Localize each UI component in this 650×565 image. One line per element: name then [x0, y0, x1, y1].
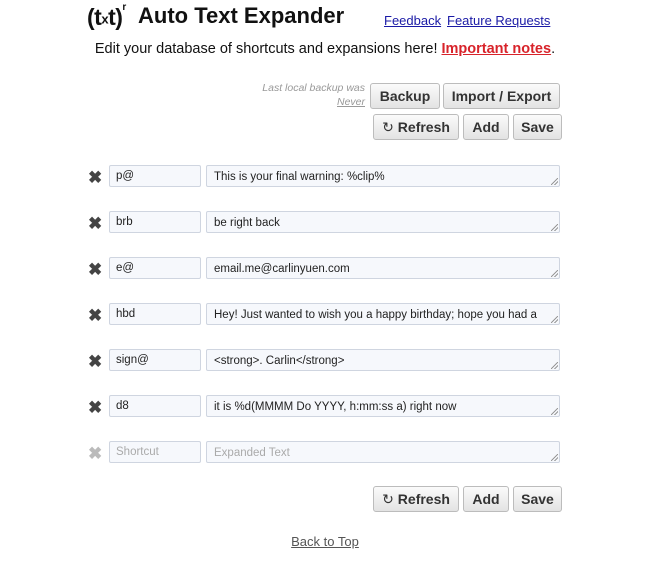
backup-status: Last local backup was Never: [262, 82, 365, 108]
delete-row-icon[interactable]: ✖: [88, 215, 102, 232]
import-export-button[interactable]: Import / Export: [443, 83, 560, 109]
refresh-icon: ↻: [382, 490, 394, 507]
expansion-text: it is %d(MMMM Do YYYY, h:mm:ss a) right …: [214, 401, 457, 413]
expansion-text: be right back: [214, 217, 280, 229]
expansion-textarea[interactable]: This is your final warning: %clip%: [206, 165, 560, 187]
resize-grip-icon[interactable]: [551, 454, 558, 461]
new-expansion-textarea[interactable]: Expanded Text: [206, 441, 560, 463]
add-button-bottom[interactable]: Add: [463, 486, 509, 512]
delete-row-icon[interactable]: ✖: [88, 353, 102, 370]
shortcut-input[interactable]: brb: [109, 211, 201, 233]
back-to-top-link[interactable]: Back to Top: [0, 534, 650, 549]
delete-row-icon[interactable]: ✖: [88, 261, 102, 278]
app-logo: (txt)r: [87, 2, 126, 30]
subtitle: Edit your database of shortcuts and expa…: [94, 41, 556, 57]
expansion-placeholder: Expanded Text: [214, 447, 290, 459]
refresh-button-bottom[interactable]: ↻ Refresh: [373, 486, 459, 512]
feedback-link[interactable]: Feedback: [384, 13, 441, 28]
shortcut-input[interactable]: d8: [109, 395, 201, 417]
expansion-text: <strong>. Carlin</strong>: [214, 355, 345, 367]
shortcut-input[interactable]: e@: [109, 257, 201, 279]
backup-button[interactable]: Backup: [370, 83, 440, 109]
shortcut-input[interactable]: p@: [109, 165, 201, 187]
page-title: Auto Text Expander: [138, 3, 345, 28]
delete-row-icon[interactable]: ✖: [88, 445, 102, 462]
expansion-textarea[interactable]: email.me@carlinyuen.com: [206, 257, 560, 279]
delete-row-icon[interactable]: ✖: [88, 399, 102, 416]
expansion-textarea[interactable]: it is %d(MMMM Do YYYY, h:mm:ss a) right …: [206, 395, 560, 417]
expansion-textarea[interactable]: Hey! Just wanted to wish you a happy bir…: [206, 303, 560, 325]
resize-grip-icon[interactable]: [551, 408, 558, 415]
expansion-text: Hey! Just wanted to wish you a happy bir…: [214, 309, 537, 321]
expansion-text: email.me@carlinyuen.com: [214, 263, 350, 275]
shortcut-input[interactable]: hbd: [109, 303, 201, 325]
refresh-button[interactable]: ↻ Refresh: [373, 114, 459, 140]
refresh-icon: ↻: [382, 118, 394, 135]
expansion-textarea[interactable]: <strong>. Carlin</strong>: [206, 349, 560, 371]
resize-grip-icon[interactable]: [551, 224, 558, 231]
resize-grip-icon[interactable]: [551, 362, 558, 369]
important-notes-link[interactable]: Important notes: [442, 41, 552, 57]
save-button-bottom[interactable]: Save: [513, 486, 562, 512]
new-shortcut-input[interactable]: Shortcut: [109, 441, 201, 463]
add-button[interactable]: Add: [463, 114, 509, 140]
feature-requests-link[interactable]: Feature Requests: [447, 13, 550, 28]
resize-grip-icon[interactable]: [551, 178, 558, 185]
expansion-text: This is your final warning: %clip%: [214, 171, 385, 183]
delete-row-icon[interactable]: ✖: [88, 169, 102, 186]
expansion-textarea[interactable]: be right back: [206, 211, 560, 233]
delete-row-icon[interactable]: ✖: [88, 307, 102, 324]
resize-grip-icon[interactable]: [551, 316, 558, 323]
resize-grip-icon[interactable]: [551, 270, 558, 277]
shortcut-input[interactable]: sign@: [109, 349, 201, 371]
save-button[interactable]: Save: [513, 114, 562, 140]
